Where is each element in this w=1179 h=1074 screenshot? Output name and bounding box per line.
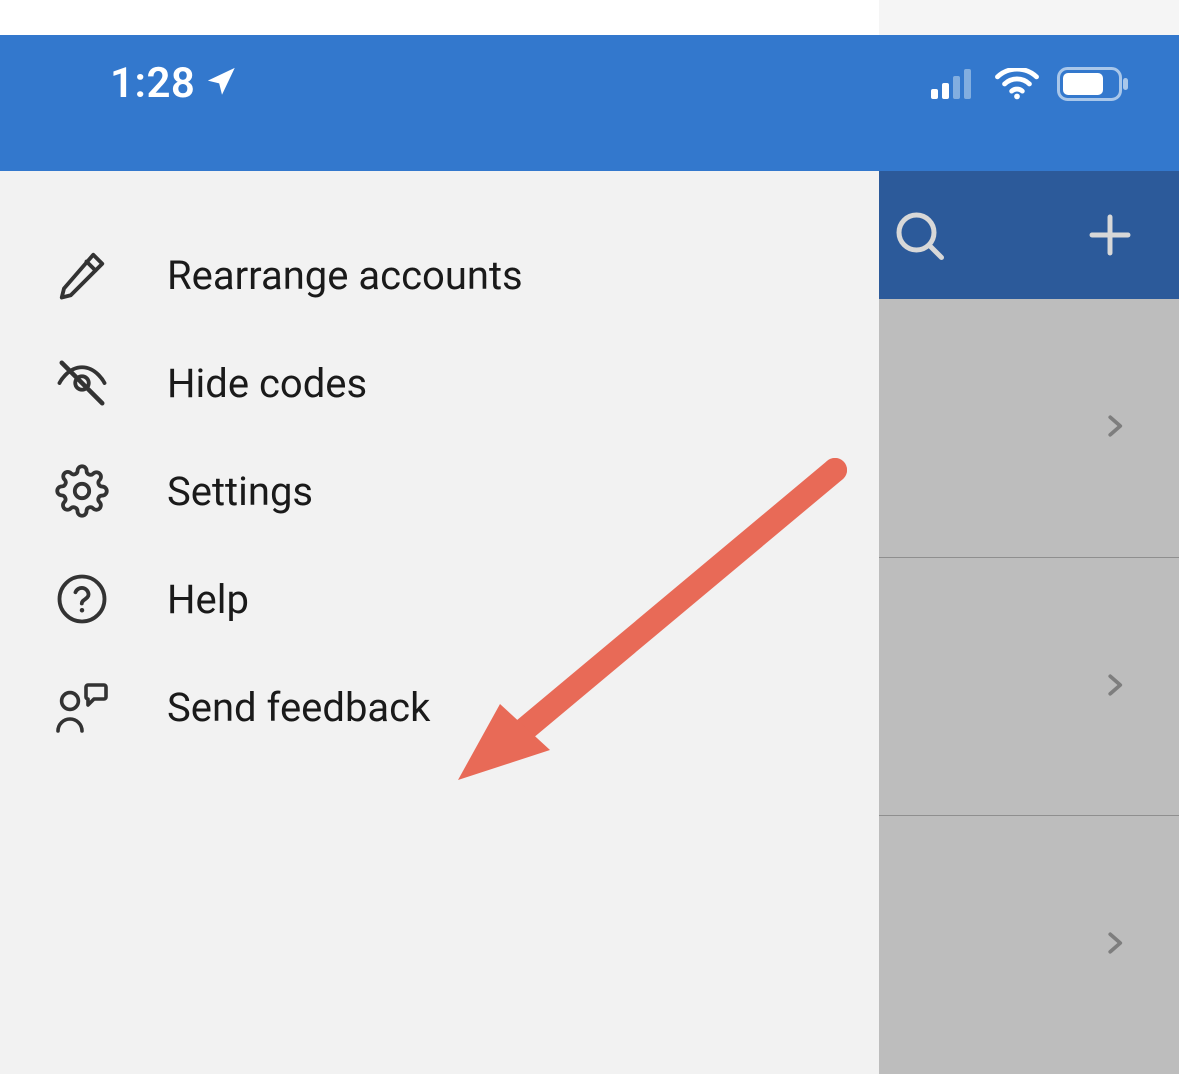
menu-item-label: Hide codes <box>167 360 367 407</box>
help-circle-icon <box>52 569 112 629</box>
menu-item-hide-codes[interactable]: Hide codes <box>0 329 879 437</box>
list-item[interactable] <box>879 299 1179 558</box>
menu-item-label: Settings <box>167 468 313 515</box>
menu-item-help[interactable]: Help <box>0 545 879 653</box>
status-bar: 1:28 <box>0 35 1179 171</box>
chevron-right-icon <box>1099 664 1129 710</box>
list-item[interactable] <box>879 816 1179 1074</box>
cellular-signal-icon <box>931 69 977 103</box>
background-header <box>879 171 1179 299</box>
eye-off-icon <box>52 353 112 413</box>
side-menu: Rearrange accounts Hide codes Settings <box>0 171 879 1074</box>
top-whitespace-strip <box>0 0 879 35</box>
status-time: 1:28 <box>110 59 195 108</box>
content-row: Rearrange accounts Hide codes Settings <box>0 171 1179 1074</box>
search-button[interactable] <box>889 205 949 265</box>
battery-icon <box>1057 67 1129 105</box>
menu-item-send-feedback[interactable]: Send feedback <box>0 653 879 761</box>
status-right <box>931 59 1129 105</box>
background-list <box>879 299 1179 1074</box>
status-left: 1:28 <box>110 59 239 108</box>
menu-item-label: Help <box>167 576 249 623</box>
chevron-right-icon <box>1099 922 1129 968</box>
pencil-icon <box>52 245 112 305</box>
background-list-panel <box>879 171 1179 1074</box>
location-arrow-icon <box>205 65 239 103</box>
feedback-icon <box>52 677 112 737</box>
add-button[interactable] <box>1083 208 1137 262</box>
list-item[interactable] <box>879 558 1179 817</box>
menu-item-label: Rearrange accounts <box>167 252 523 299</box>
gear-icon <box>52 461 112 521</box>
menu-item-label: Send feedback <box>167 684 430 731</box>
wifi-icon <box>995 68 1039 104</box>
menu-item-rearrange-accounts[interactable]: Rearrange accounts <box>0 221 879 329</box>
chevron-right-icon <box>1099 405 1129 451</box>
menu-item-settings[interactable]: Settings <box>0 437 879 545</box>
